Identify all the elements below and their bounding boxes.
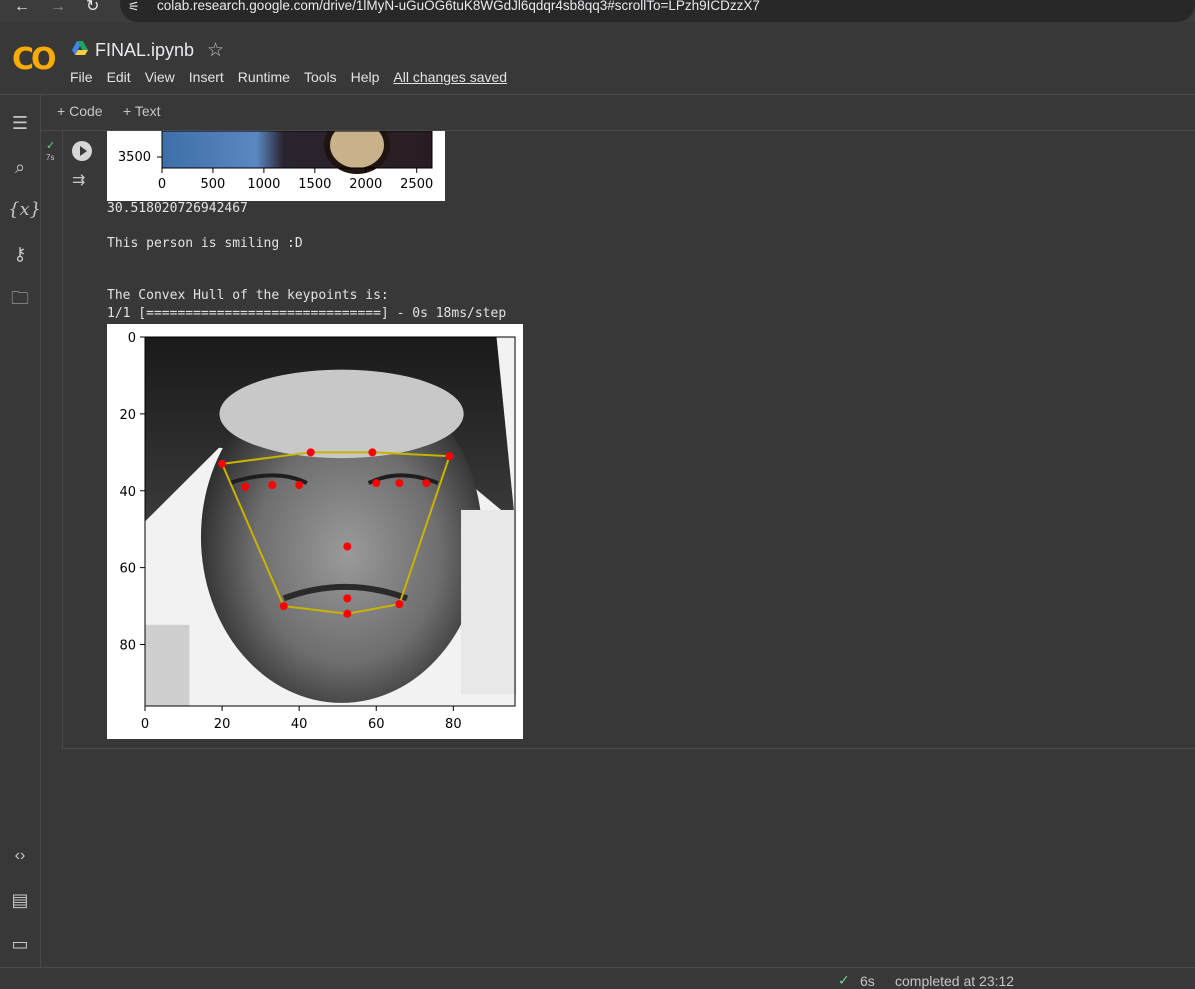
terminal-icon[interactable]: ▭ xyxy=(8,932,32,956)
exec-success-icon: ✓ xyxy=(46,140,56,152)
notebook-toolbar: + Code + Text xyxy=(41,95,1195,131)
colab-logo[interactable]: CO xyxy=(12,42,56,77)
keypoint-marker xyxy=(268,480,277,489)
table-of-contents-icon[interactable]: ☰ xyxy=(8,111,32,135)
keypoint-marker xyxy=(343,594,352,603)
plot1-xtick-label: 2000 xyxy=(349,177,382,192)
keypoint-marker xyxy=(372,479,381,488)
command-palette-icon[interactable]: ▤ xyxy=(8,888,32,912)
menu-edit[interactable]: Edit xyxy=(107,69,131,85)
plot1-xtick-label: 1000 xyxy=(247,177,280,192)
menu-view[interactable]: View xyxy=(145,69,175,85)
keypoint-marker xyxy=(295,480,304,489)
add-code-button[interactable]: + Code xyxy=(57,103,103,119)
menu-runtime[interactable]: Runtime xyxy=(238,69,290,85)
hull-output: The Convex Hull of the keypoints is: xyxy=(107,288,389,303)
reload-icon[interactable]: ↻ xyxy=(86,0,99,15)
face-image xyxy=(145,337,517,706)
keypoint-marker xyxy=(395,600,404,609)
guitar-soundhole xyxy=(324,131,390,174)
drive-icon xyxy=(72,41,88,55)
plot1-xtick-label: 500 xyxy=(201,177,226,192)
menu-insert[interactable]: Insert xyxy=(189,69,224,85)
menu-bar: File Edit View Insert Runtime Tools Help… xyxy=(70,69,521,85)
image-plot-1: 3500 0 500 1000 1500 2000 2500 xyxy=(107,131,445,201)
code-snippets-icon[interactable]: ‹› xyxy=(8,844,32,868)
star-icon[interactable]: ☆ xyxy=(207,39,224,62)
url-text[interactable]: colab.research.google.com/drive/1lMyN-uG… xyxy=(157,0,760,13)
exec-time: 7s xyxy=(46,153,55,162)
plot2-ytick-label: 20 xyxy=(119,408,136,423)
status-check-icon: ✓ xyxy=(838,972,850,988)
menu-tools[interactable]: Tools xyxy=(304,69,337,85)
keypoint-marker xyxy=(422,479,431,488)
save-status[interactable]: All changes saved xyxy=(393,69,507,85)
plot2-ytick-label: 60 xyxy=(119,562,136,577)
output-actions-icon[interactable]: ⇉ xyxy=(72,170,85,190)
site-info-icon[interactable]: ⚟ xyxy=(128,0,140,15)
add-text-button[interactable]: + Text xyxy=(123,103,161,119)
plot2-xtick-label: 60 xyxy=(368,717,385,732)
secrets-key-icon[interactable]: ⚷ xyxy=(8,242,32,266)
plot2-xtick-label: 80 xyxy=(445,717,462,732)
plot1-xtick-label: 2500 xyxy=(400,177,433,192)
add-text-label: Text xyxy=(134,103,161,119)
plot2-xtick-label: 0 xyxy=(141,717,149,732)
smile-output: This person is smiling :D xyxy=(107,236,303,251)
colab-header: CO FINAL.ipynb ☆ File Edit View Insert R… xyxy=(0,22,1195,95)
add-code-label: Code xyxy=(69,103,103,119)
keypoint-marker xyxy=(445,452,454,461)
search-icon[interactable]: ⌕ xyxy=(8,155,32,179)
forward-icon[interactable]: → xyxy=(50,0,66,15)
keypoint-marker xyxy=(279,602,288,611)
keypoint-marker xyxy=(306,448,315,457)
progress-output: 1/1 [==============================] - 0… xyxy=(107,306,507,321)
keypoint-marker xyxy=(218,459,227,468)
plot1-svg: 3500 0 500 1000 1500 2000 2500 xyxy=(118,131,433,192)
plot2-ytick-label: 40 xyxy=(119,485,136,500)
plot2-xtick-label: 40 xyxy=(291,717,308,732)
plot2-ytick-label: 80 xyxy=(119,639,136,654)
back-icon[interactable]: ← xyxy=(14,0,30,15)
files-folder-icon[interactable]: 🗀 xyxy=(8,286,32,310)
plot1-xtick-label: 0 xyxy=(158,177,166,192)
keypoint-marker xyxy=(368,448,377,457)
keypoint-marker xyxy=(343,542,352,551)
variables-icon[interactable]: {x} xyxy=(8,198,41,222)
photo-image xyxy=(162,131,432,168)
plot1-xtick-label: 1500 xyxy=(298,177,331,192)
status-bar: ✓ 6s completed at 23:12 xyxy=(0,967,1195,989)
keypoint-marker xyxy=(343,609,352,618)
status-completed[interactable]: completed at 23:12 xyxy=(895,973,1014,989)
keypoint-marker xyxy=(241,482,250,491)
score-output: 30.518020726942467 xyxy=(107,201,248,216)
keypoints-plot-svg: 0 20 40 60 80 0 20 40 60 80 xyxy=(119,331,517,732)
menu-help[interactable]: Help xyxy=(351,69,380,85)
keypoint-marker xyxy=(395,479,404,488)
notebook-title[interactable]: FINAL.ipynb xyxy=(95,40,194,61)
left-sidebar: ☰ ⌕ {x} ⚷ 🗀 ‹› ▤ ▭ xyxy=(0,95,41,967)
plot1-ytick: 3500 xyxy=(118,150,151,165)
plot2-xtick-label: 20 xyxy=(214,717,231,732)
menu-file[interactable]: File xyxy=(70,69,93,85)
run-cell-button[interactable] xyxy=(72,141,92,161)
keypoints-plot: 0 20 40 60 80 0 20 40 60 80 xyxy=(107,324,523,739)
browser-toolbar: ← → ↻ ⚟ colab.research.google.com/drive/… xyxy=(0,0,1195,22)
plot2-ytick-label: 0 xyxy=(128,331,136,346)
status-duration: 6s xyxy=(860,973,875,989)
